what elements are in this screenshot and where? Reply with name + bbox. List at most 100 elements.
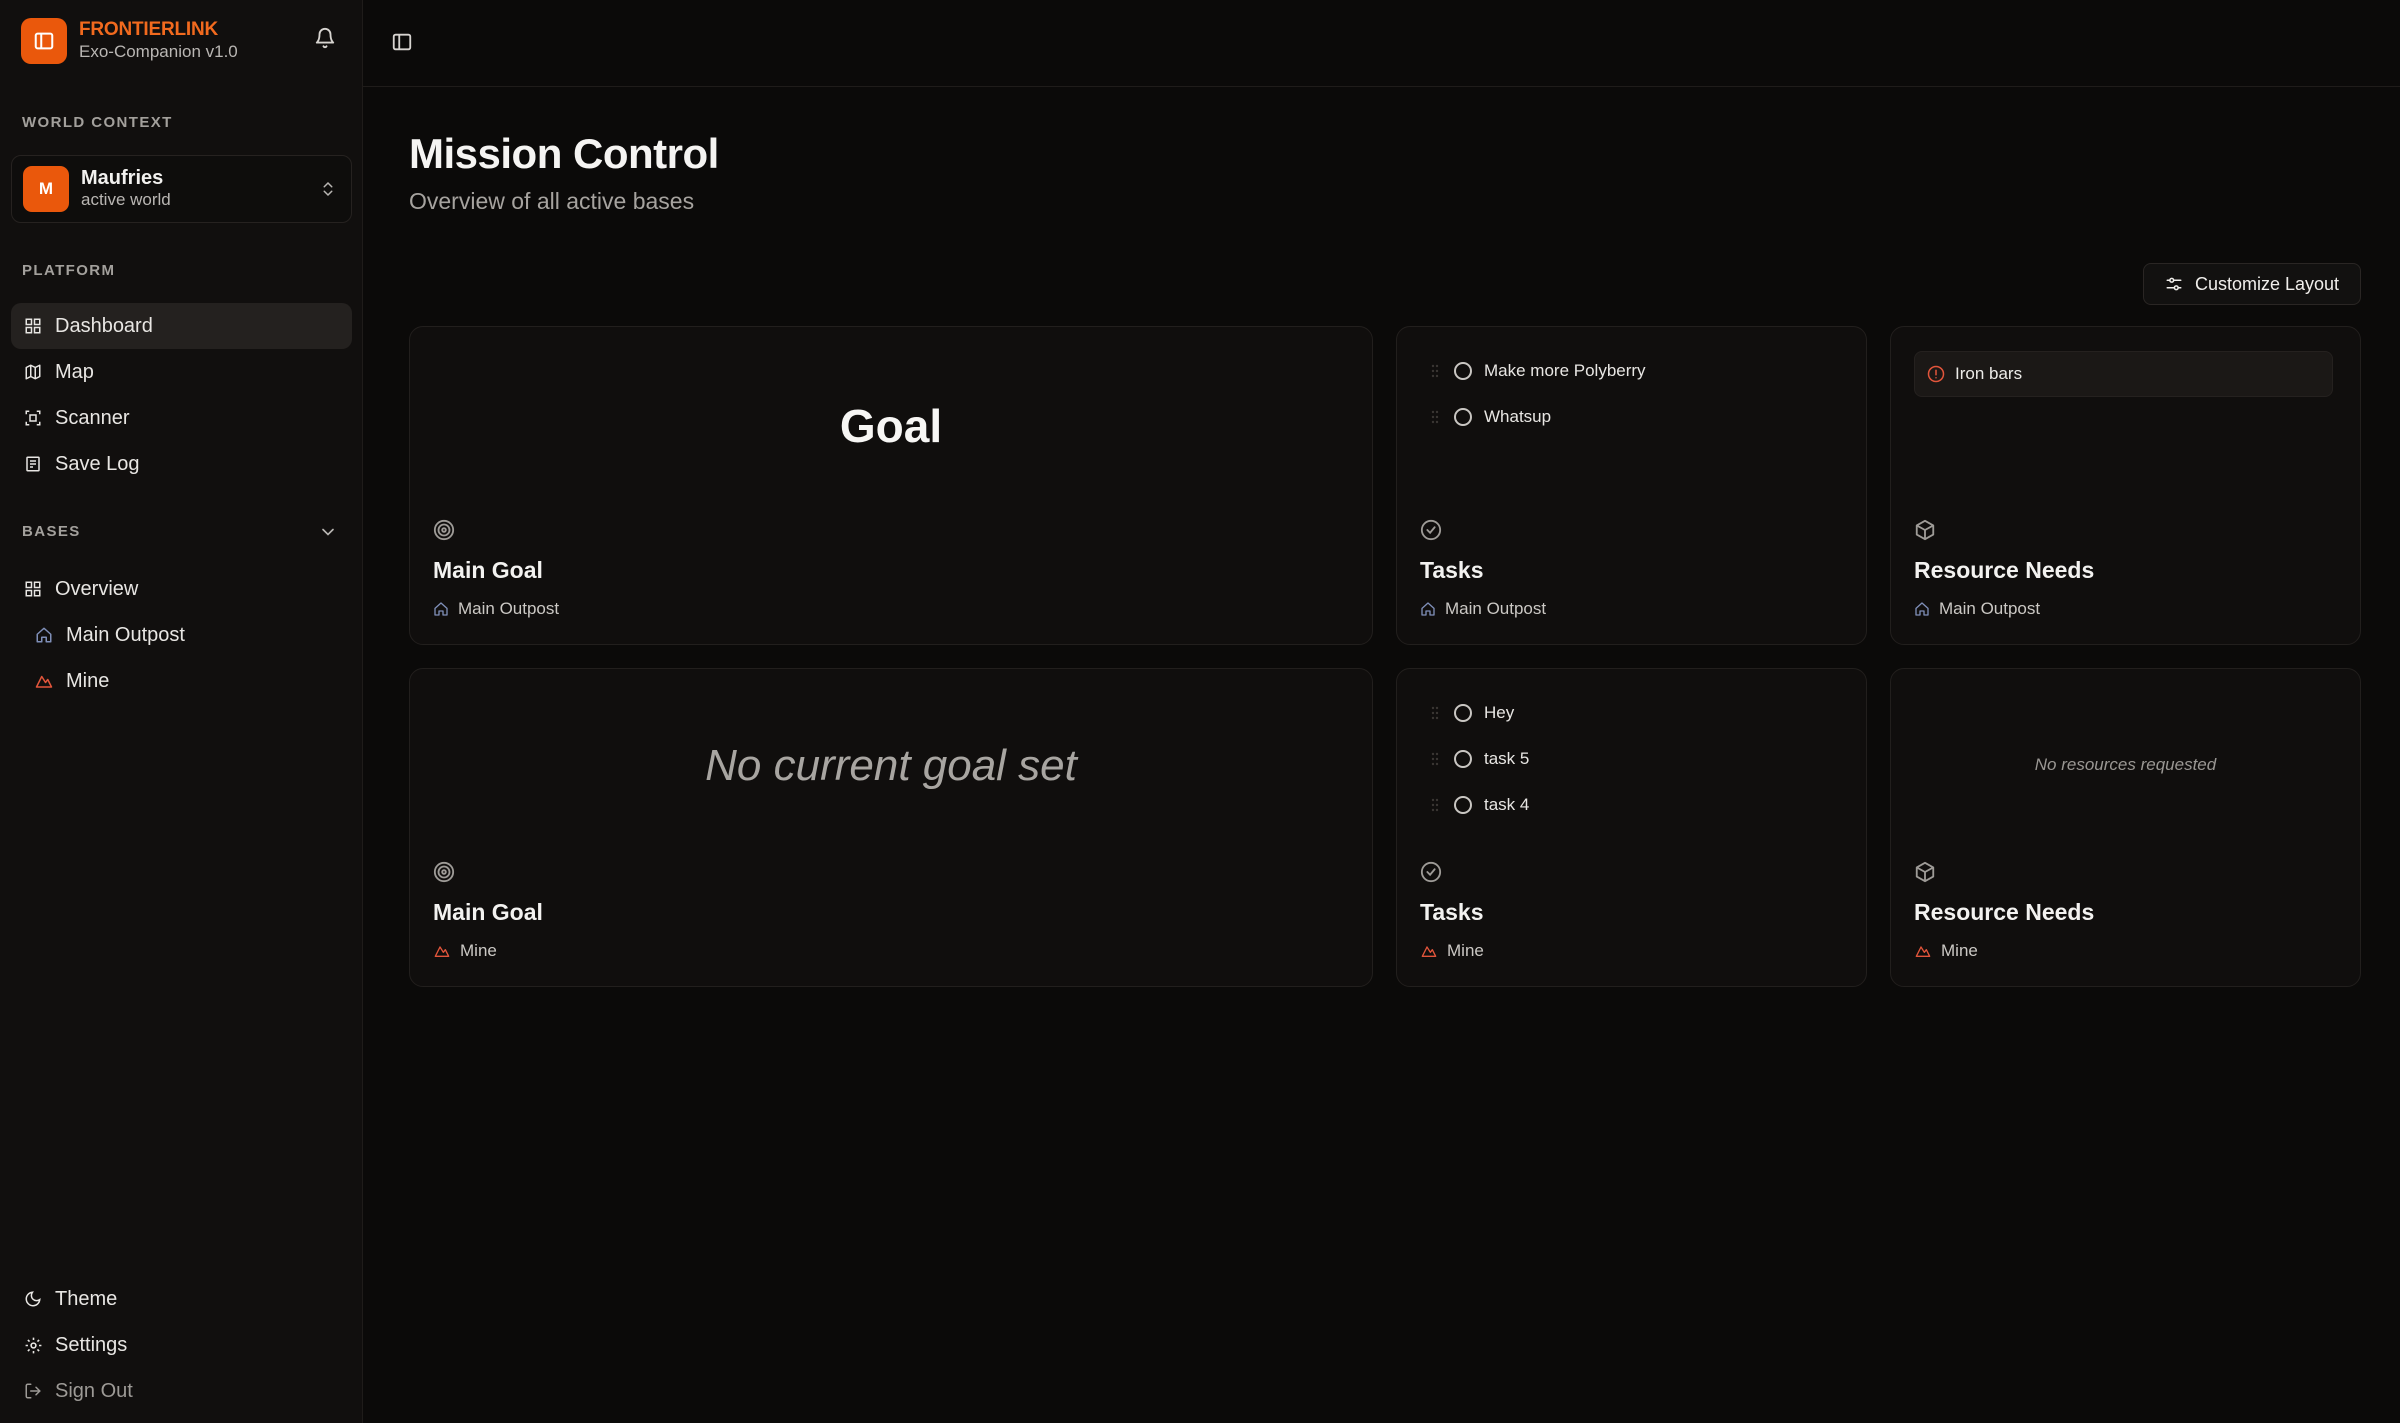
chevrons-up-down-icon — [319, 178, 337, 205]
nav-map[interactable]: Map — [11, 349, 352, 395]
map-icon — [23, 362, 43, 382]
task-item[interactable]: Make more Polyberry — [1431, 361, 1646, 381]
resource-label: Iron bars — [1955, 364, 2023, 383]
nav-save-log[interactable]: Save Log — [11, 441, 352, 487]
nav-map-label: Map — [55, 360, 94, 383]
sidebar-toggle-icon[interactable] — [391, 31, 413, 58]
nav-overview-label: Overview — [55, 577, 139, 600]
card-main-goal-outpost[interactable]: Goal Main Goal Main Outpost — [409, 326, 1373, 645]
mine-icon — [34, 671, 54, 691]
package-icon — [1914, 861, 1936, 888]
nav-save-log-label: Save Log — [55, 452, 140, 475]
task-checkbox[interactable] — [1454, 704, 1472, 722]
world-selector[interactable]: M Maufries active world — [11, 155, 352, 223]
task-label: Make more Polyberry — [1484, 361, 1646, 380]
task-item[interactable]: Whatsup — [1431, 407, 1551, 427]
task-label: task 5 — [1484, 749, 1530, 768]
drag-handle-icon[interactable] — [1431, 363, 1439, 379]
card-tasks-outpost[interactable]: Make more Polyberry Whatsup Tasks Main O… — [1396, 326, 1867, 645]
card-base: Main Outpost — [1914, 599, 2040, 619]
alert-circle-icon — [1927, 365, 1945, 383]
home-icon — [34, 625, 54, 645]
nav-theme-label: Theme — [55, 1287, 118, 1310]
nav-scanner-label: Scanner — [55, 406, 130, 429]
bases-label: BASES — [22, 523, 81, 540]
gear-icon — [23, 1335, 43, 1355]
card-resources-outpost[interactable]: Iron bars Resource Needs Main Outpost — [1890, 326, 2361, 645]
customize-layout-button[interactable]: Customize Layout — [2143, 263, 2361, 305]
app-root: FRONTIERLINK Exo-Companion v1.0 WORLD CO… — [0, 0, 2400, 1423]
card-title: Resource Needs — [1914, 899, 2095, 925]
sign-out-icon — [23, 1381, 43, 1401]
page-title: Mission Control — [409, 130, 719, 177]
card-title: Main Goal — [433, 557, 543, 583]
goal-empty-text: No current goal set — [705, 741, 1077, 790]
nav-scanner[interactable]: Scanner — [11, 395, 352, 441]
topbar — [363, 0, 2400, 87]
nav-overview[interactable]: Overview — [11, 566, 352, 612]
drag-handle-icon[interactable] — [1431, 705, 1439, 721]
nav-main-outpost[interactable]: Main Outpost — [11, 612, 352, 658]
drag-handle-icon[interactable] — [1431, 751, 1439, 767]
nav-dashboard-label: Dashboard — [55, 314, 153, 337]
card-main-goal-mine[interactable]: No current goal set Main Goal Mine — [409, 668, 1373, 987]
target-icon — [433, 861, 455, 888]
card-base-label: Mine — [1447, 941, 1484, 960]
card-base-label: Main Outpost — [458, 599, 560, 618]
task-item[interactable]: task 4 — [1431, 795, 1529, 815]
card-base: Main Outpost — [433, 599, 559, 619]
nav-main-outpost-label: Main Outpost — [66, 623, 185, 646]
task-label: task 4 — [1484, 795, 1530, 814]
nav-mine[interactable]: Mine — [11, 658, 352, 704]
task-item[interactable]: Hey — [1431, 703, 1514, 723]
goal-text: Goal — [839, 400, 943, 452]
drag-handle-icon[interactable] — [1431, 409, 1439, 425]
mine-icon — [433, 943, 451, 959]
brand-version: Exo-Companion v1.0 — [79, 42, 238, 61]
card-resources-mine[interactable]: No resources requested Resource Needs Mi… — [1890, 668, 2361, 987]
world-name: Maufries — [81, 167, 164, 189]
nav-mine-label: Mine — [66, 669, 110, 692]
card-base: Mine — [1914, 941, 1978, 961]
world-status: active world — [81, 190, 171, 209]
platform-label: PLATFORM — [22, 262, 116, 279]
task-checkbox[interactable] — [1454, 796, 1472, 814]
home-icon — [1420, 601, 1436, 617]
task-item[interactable]: task 5 — [1431, 749, 1529, 769]
card-base: Mine — [1420, 941, 1484, 961]
mine-icon — [1420, 943, 1438, 959]
task-checkbox[interactable] — [1454, 362, 1472, 380]
home-icon — [433, 601, 449, 617]
card-base-label: Main Outpost — [1939, 599, 2041, 618]
card-base-label: Mine — [1941, 941, 1978, 960]
card-title: Resource Needs — [1914, 557, 2095, 583]
brand[interactable]: FRONTIERLINK Exo-Companion v1.0 — [21, 18, 238, 64]
task-checkbox[interactable] — [1454, 408, 1472, 426]
home-icon — [1914, 601, 1930, 617]
drag-handle-icon[interactable] — [1431, 797, 1439, 813]
sidebar: FRONTIERLINK Exo-Companion v1.0 WORLD CO… — [0, 0, 363, 1423]
sliders-icon — [2165, 275, 2183, 293]
check-circle-icon — [1420, 861, 1442, 888]
task-label: Hey — [1484, 703, 1515, 722]
card-base-label: Main Outpost — [1445, 599, 1547, 618]
nav-settings[interactable]: Settings — [11, 1322, 352, 1368]
nav-dashboard[interactable]: Dashboard — [11, 303, 352, 349]
brand-name: FRONTIERLINK — [79, 19, 219, 40]
nav-sign-out[interactable]: Sign Out — [11, 1368, 352, 1414]
task-checkbox[interactable] — [1454, 750, 1472, 768]
target-icon — [433, 519, 455, 546]
world-avatar: M — [23, 166, 69, 212]
card-tasks-mine[interactable]: Hey task 5 task 4 Tasks Mine — [1396, 668, 1867, 987]
resource-item[interactable]: Iron bars — [1914, 351, 2333, 397]
bell-icon[interactable] — [314, 27, 336, 54]
package-icon — [1914, 519, 1936, 546]
customize-layout-label: Customize Layout — [2194, 273, 2340, 294]
nav-settings-label: Settings — [55, 1333, 128, 1356]
world-context-label: WORLD CONTEXT — [22, 114, 173, 131]
chevron-down-icon[interactable] — [318, 522, 338, 547]
card-title: Tasks — [1420, 899, 1484, 925]
overview-grid-icon — [23, 579, 43, 599]
nav-theme[interactable]: Theme — [11, 1276, 352, 1322]
save-log-icon — [23, 454, 43, 474]
